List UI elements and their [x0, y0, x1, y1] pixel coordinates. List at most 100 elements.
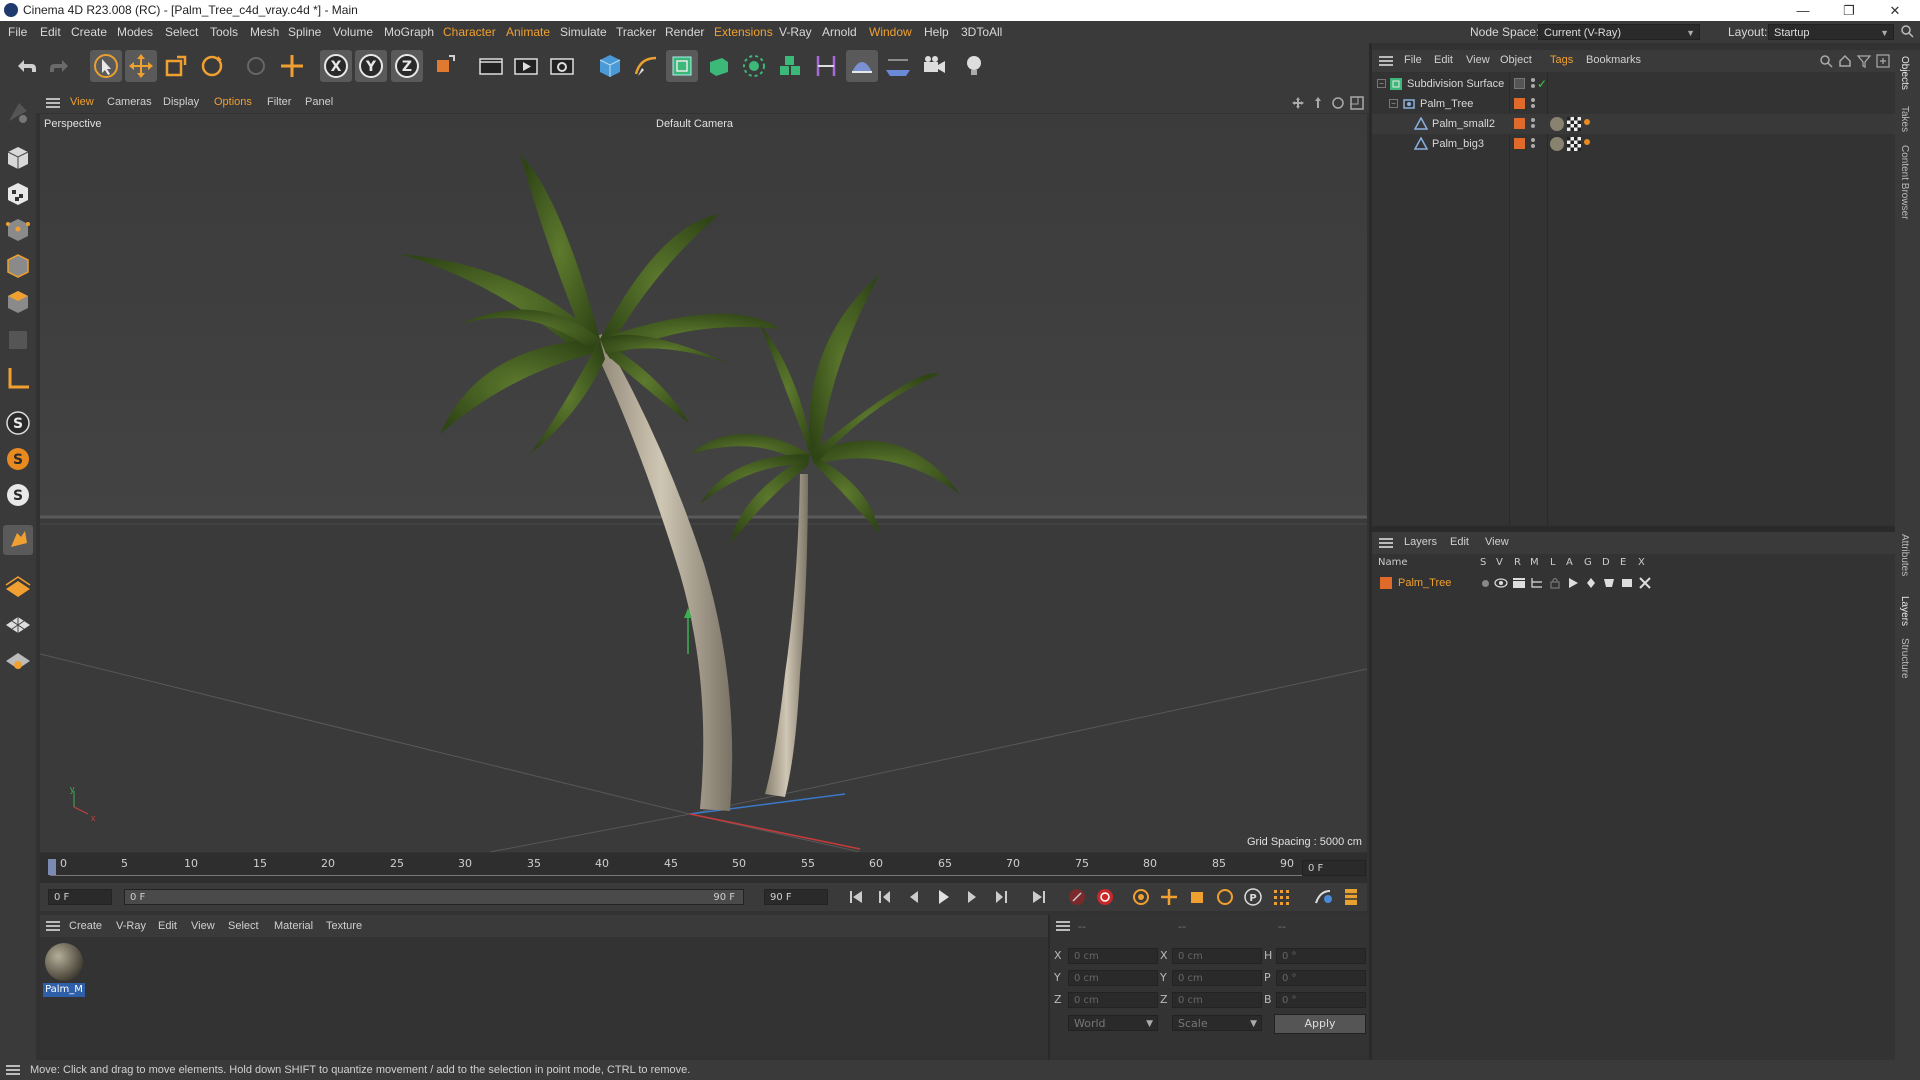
- edges-mode-button[interactable]: [3, 251, 33, 281]
- render-visibility-dot[interactable]: [1531, 144, 1535, 148]
- layer-menu-layers[interactable]: Layers: [1404, 536, 1437, 548]
- tree-row-palm-big3[interactable]: Palm_big3: [1372, 134, 1895, 154]
- coord-rot-p-field[interactable]: 0 °: [1276, 970, 1366, 986]
- viewport-menu-panel[interactable]: Panel: [305, 96, 333, 108]
- menu-vray[interactable]: V-Ray: [779, 25, 812, 39]
- viewport-menu-options[interactable]: Options: [214, 96, 252, 108]
- column-name[interactable]: Name: [1378, 554, 1408, 572]
- editor-visibility-dot[interactable]: [1531, 98, 1535, 102]
- menu-mograph[interactable]: MoGraph: [384, 25, 434, 39]
- menu-extensions[interactable]: Extensions: [714, 25, 773, 39]
- undo-button[interactable]: [10, 50, 42, 82]
- menu-simulate[interactable]: Simulate: [560, 25, 607, 39]
- frame-range-slider[interactable]: 0 F 90 F: [124, 889, 744, 905]
- cube-object-button[interactable]: [594, 50, 626, 82]
- panel-divider[interactable]: [1369, 43, 1372, 1060]
- xref-icon[interactable]: [1638, 577, 1652, 595]
- next-frame-button[interactable]: [961, 887, 983, 907]
- goto-start-button[interactable]: [845, 887, 867, 907]
- search-icon[interactable]: [1819, 54, 1833, 71]
- texture-mode-button[interactable]: [3, 179, 33, 209]
- snap-button[interactable]: S: [3, 408, 33, 438]
- 3d-viewport[interactable]: Perspective Default Camera Grid Spacing …: [40, 114, 1367, 852]
- side-tab-takes[interactable]: Takes: [1899, 106, 1910, 132]
- layer-swatch[interactable]: [1514, 78, 1525, 89]
- camera-object-button[interactable]: [918, 50, 950, 82]
- generator-icon[interactable]: [1584, 577, 1598, 595]
- column-animation[interactable]: A: [1566, 554, 1573, 572]
- object-menu-view[interactable]: View: [1466, 54, 1490, 66]
- side-tab-layers[interactable]: Layers: [1899, 596, 1910, 626]
- uvw-tag-icon[interactable]: [1567, 137, 1581, 151]
- menu-mesh[interactable]: Mesh: [250, 25, 279, 39]
- play-animation-icon[interactable]: [1566, 577, 1580, 595]
- autokey-button[interactable]: [1094, 887, 1116, 907]
- model-mode-button[interactable]: [3, 143, 33, 173]
- material-tag-icon[interactable]: [1550, 117, 1564, 131]
- search-icon[interactable]: [1900, 24, 1914, 38]
- object-menu-bookmarks[interactable]: Bookmarks: [1586, 54, 1641, 66]
- hamburger-menu-icon[interactable]: [1379, 56, 1393, 66]
- key-rotation-button[interactable]: [1214, 887, 1236, 907]
- menu-tools[interactable]: Tools: [210, 25, 238, 39]
- phong-tag-icon[interactable]: [1584, 139, 1590, 145]
- material-menu-vray[interactable]: V-Ray: [116, 920, 146, 932]
- viewport-menu-cameras[interactable]: Cameras: [107, 96, 152, 108]
- column-generators[interactable]: G: [1584, 554, 1592, 572]
- material-menu-edit[interactable]: Edit: [158, 920, 177, 932]
- hamburger-menu-icon[interactable]: [1379, 538, 1393, 548]
- panel-divider[interactable]: [1372, 526, 1895, 532]
- next-key-button[interactable]: [990, 887, 1012, 907]
- extrude-button[interactable]: [702, 50, 734, 82]
- object-menu-tags[interactable]: Tags: [1550, 54, 1573, 66]
- tweak-mode-button[interactable]: [3, 525, 33, 555]
- render-visibility-dot[interactable]: [1531, 124, 1535, 128]
- workplane-grid-button[interactable]: [3, 607, 33, 637]
- prev-frame-button[interactable]: [903, 887, 925, 907]
- menu-spline[interactable]: Spline: [288, 25, 321, 39]
- rotate-tool-button[interactable]: [196, 50, 228, 82]
- column-expressions[interactable]: E: [1620, 554, 1626, 572]
- coord-pos-z-field[interactable]: 0 cm: [1068, 992, 1158, 1008]
- timeline-ruler[interactable]: 0 5 10 15 20 25 30 35 40 45 50 55 60 65 …: [40, 853, 1367, 883]
- layer-menu-edit[interactable]: Edit: [1450, 536, 1469, 548]
- hamburger-menu-icon[interactable]: [6, 1065, 20, 1075]
- menu-render[interactable]: Render: [665, 25, 704, 39]
- coord-size-y-field[interactable]: 0 cm: [1172, 970, 1262, 986]
- x-axis-lock-button[interactable]: X: [320, 50, 352, 82]
- light-object-button[interactable]: [958, 50, 990, 82]
- viewport-menu-filter[interactable]: Filter: [267, 96, 291, 108]
- column-solo[interactable]: S: [1480, 554, 1486, 572]
- column-manager[interactable]: M: [1530, 554, 1539, 572]
- hamburger-menu-icon[interactable]: [46, 98, 60, 108]
- enabled-check-icon[interactable]: ✓: [1537, 74, 1547, 94]
- expression-icon[interactable]: [1620, 577, 1634, 595]
- uv-mode-button[interactable]: [3, 325, 33, 355]
- collapse-toggle[interactable]: −: [1377, 79, 1386, 88]
- menu-character[interactable]: Character: [443, 25, 496, 39]
- editor-visibility-dot[interactable]: [1531, 138, 1535, 142]
- key-point-level-button[interactable]: [1270, 887, 1292, 907]
- menu-animate[interactable]: Animate: [506, 25, 550, 39]
- recent-tools-button[interactable]: [240, 50, 272, 82]
- coord-mode-dropdown[interactable]: Scale ▼: [1172, 1015, 1262, 1031]
- current-frame-field[interactable]: 0 F: [1302, 860, 1366, 876]
- render-visibility-dot[interactable]: [1531, 84, 1535, 88]
- subdivision-surface-button[interactable]: [666, 50, 698, 82]
- floor-object-button[interactable]: [882, 50, 914, 82]
- record-keys-button[interactable]: [1066, 887, 1088, 907]
- minimize-button[interactable]: —: [1780, 0, 1826, 21]
- camera-name[interactable]: Default Camera: [656, 118, 733, 130]
- manager-hierarchy-icon[interactable]: [1530, 577, 1544, 595]
- coord-pos-y-field[interactable]: 0 cm: [1068, 970, 1158, 986]
- layer-swatch[interactable]: [1514, 138, 1525, 149]
- coordinate-system-button[interactable]: [428, 50, 460, 82]
- viewport-menu-display[interactable]: Display: [163, 96, 199, 108]
- snap-settings-button[interactable]: S: [3, 480, 33, 510]
- live-selection-button[interactable]: [276, 50, 308, 82]
- render-picture-viewer-button[interactable]: [510, 50, 542, 82]
- side-tab-content-browser[interactable]: Content Browser: [1899, 145, 1910, 219]
- coord-pos-x-field[interactable]: 0 cm: [1068, 948, 1158, 964]
- menu-select[interactable]: Select: [165, 25, 198, 39]
- z-axis-lock-button[interactable]: Z: [391, 50, 423, 82]
